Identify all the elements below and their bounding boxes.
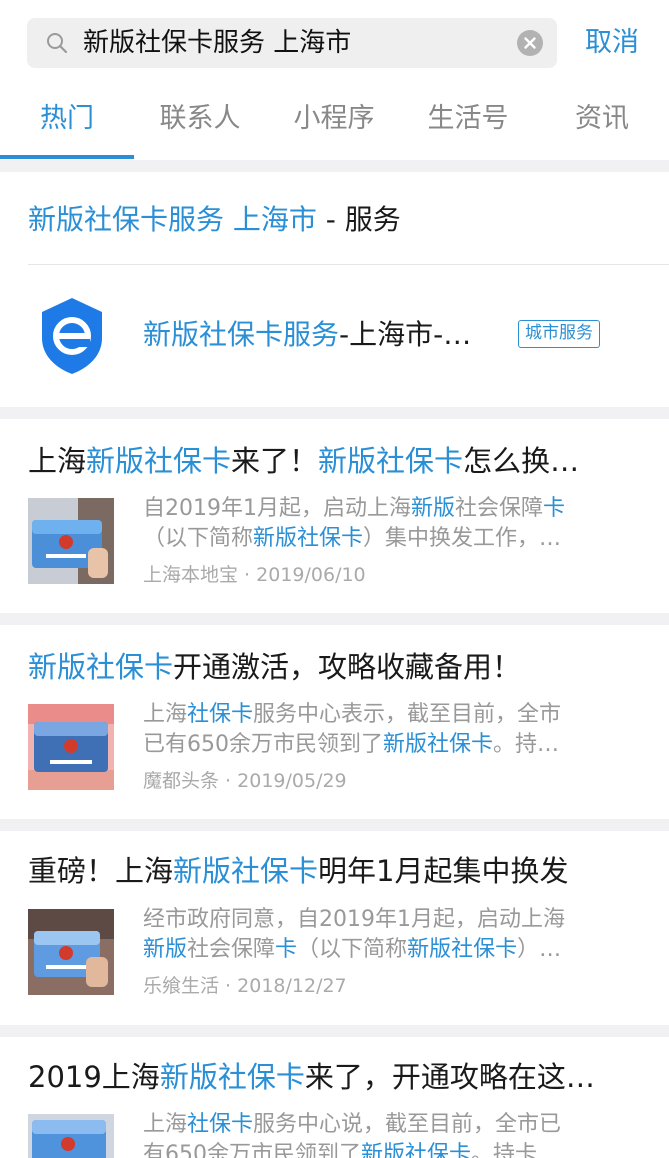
article-thumbnail xyxy=(28,1114,114,1158)
city-service-logo-icon xyxy=(42,298,102,374)
section-divider xyxy=(0,613,669,625)
active-tab-indicator xyxy=(0,155,134,159)
section-divider xyxy=(0,1025,669,1037)
tab-news[interactable]: 资讯 xyxy=(535,100,669,138)
service-title-keyword: 新版社保卡服务 上海市 xyxy=(28,203,317,236)
search-bar[interactable]: 新版社保卡服务 上海市 xyxy=(27,18,557,68)
service-section-title: 新版社保卡服务 上海市 - 服务 xyxy=(28,200,401,240)
news-article[interactable]: 上海新版社保卡来了！新版社保卡怎么换… 自2019年1月起，启动上海新版社会保障… xyxy=(0,419,669,613)
search-input[interactable]: 新版社保卡服务 上海市 xyxy=(83,26,351,60)
section-divider xyxy=(0,160,669,172)
article-date: 2019/05/29 xyxy=(237,770,347,792)
service-item-name: 新版社保卡服务-上海市-… xyxy=(143,318,472,351)
city-service-badge: 城市服务 xyxy=(518,320,600,348)
article-summary: 上海社保卡服务中心表示，截至目前，全市 已有650余万市民领到了新版社保卡。持… xyxy=(143,702,562,757)
article-title: 2019上海新版社保卡来了，开通攻略在这… xyxy=(28,1060,595,1094)
clear-icon[interactable] xyxy=(517,30,543,56)
article-date: 2019/06/10 xyxy=(256,564,366,586)
section-divider xyxy=(0,819,669,831)
search-icon xyxy=(47,33,68,54)
article-title: 新版社保卡开通激活，攻略收藏备用！ xyxy=(28,650,522,684)
section-divider xyxy=(0,407,669,419)
article-thumbnail xyxy=(28,498,114,584)
tab-hot[interactable]: 热门 xyxy=(0,100,134,138)
article-source: 上海本地宝 xyxy=(143,564,239,586)
article-summary: 上海社保卡服务中心说，截至目前，全市已 有650余万市民领到了新版社保卡。持卡… xyxy=(143,1112,562,1158)
tab-life-accounts[interactable]: 生活号 xyxy=(401,100,535,138)
article-source: 魔都头条 xyxy=(143,770,220,792)
news-article[interactable]: 2019上海新版社保卡来了，开通攻略在这… 上海社保卡服务中心说，截至目前，全市… xyxy=(0,1037,669,1158)
article-title: 重磅！上海新版社保卡明年1月起集中换发 xyxy=(28,854,569,888)
article-source: 乐飨生活 xyxy=(143,975,220,997)
service-title-suffix: - 服务 xyxy=(316,203,401,236)
article-date: 2018/12/27 xyxy=(237,975,347,997)
tab-contacts[interactable]: 联系人 xyxy=(133,100,267,138)
article-thumbnail xyxy=(28,704,114,790)
article-meta: 魔都头条 · 2019/05/29 xyxy=(143,770,347,792)
article-summary: 经市政府同意，自2019年1月起，启动上海 新版社会保障卡（以下简称新版社保卡）… xyxy=(143,907,565,962)
cancel-button[interactable]: 取消 xyxy=(585,24,639,62)
news-article[interactable]: 新版社保卡开通激活，攻略收藏备用！ 上海社保卡服务中心表示，截至目前，全市 已有… xyxy=(0,625,669,819)
article-title: 上海新版社保卡来了！新版社保卡怎么换… xyxy=(28,444,580,478)
article-meta: 乐飨生活 · 2018/12/27 xyxy=(143,975,347,997)
tab-bar: 热门 联系人 小程序 生活号 资讯 xyxy=(0,88,669,160)
article-meta: 上海本地宝 · 2019/06/10 xyxy=(143,564,366,586)
tab-mini-programs[interactable]: 小程序 xyxy=(267,100,401,138)
article-summary: 自2019年1月起，启动上海新版社会保障卡 （以下简称新版社保卡）集中换发工作，… xyxy=(143,496,566,551)
divider xyxy=(28,264,669,265)
article-thumbnail xyxy=(28,909,114,995)
news-article[interactable]: 重磅！上海新版社保卡明年1月起集中换发 经市政府同意，自2019年1月起，启动上… xyxy=(0,831,669,1025)
